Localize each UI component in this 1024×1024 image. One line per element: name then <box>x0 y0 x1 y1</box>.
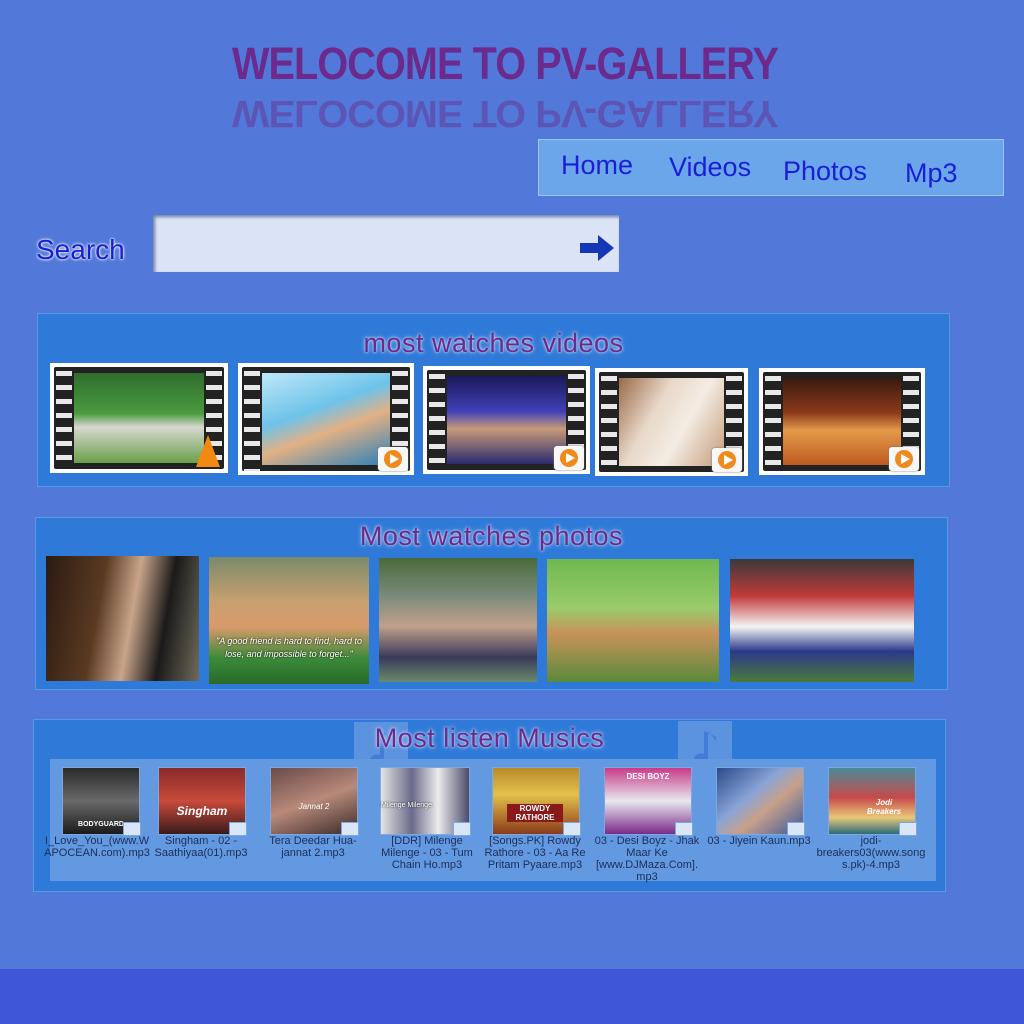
search-label: Search <box>36 234 125 265</box>
site-title: WELOCOME TO PV-GALLERY <box>232 38 779 89</box>
music-file-name: 03 - Jiyein Kaun.mp3 <box>707 835 811 847</box>
play-icon <box>675 822 693 836</box>
music-item[interactable]: Singham Singham - 02 - Saathiyaa(01).mp3 <box>146 759 256 881</box>
album-cover: Singham <box>158 767 247 836</box>
music-item[interactable]: BODYGUARD I_Love_You_(www.WAPOCEAN.com).… <box>42 759 152 881</box>
site-title-reflection: WELOCOME TO PV-GALLERY <box>232 92 779 136</box>
play-icon <box>229 822 247 836</box>
play-icon <box>341 822 359 836</box>
page-footer <box>0 969 1024 1024</box>
album-cover: BODYGUARD <box>62 767 141 836</box>
music-file-name: Singham - 02 - Saathiyaa(01).mp3 <box>154 835 248 859</box>
photos-panel-title: Most watches photos <box>359 521 624 551</box>
videos-panel-title: most watches videos <box>363 328 624 358</box>
video-thumb[interactable] <box>50 363 228 473</box>
music-item[interactable]: Milenge Milenge [DDR] Milenge Milenge - … <box>372 759 482 881</box>
music-list: BODYGUARD I_Love_You_(www.WAPOCEAN.com).… <box>44 759 936 883</box>
video-thumb[interactable] <box>595 368 748 476</box>
play-icon <box>899 822 917 836</box>
album-cover <box>716 767 805 836</box>
photo-thumb[interactable]: "A good friend is hard to find, hard to … <box>209 557 369 684</box>
photo-thumb[interactable] <box>379 558 537 682</box>
nav-photos-link[interactable]: Photos <box>783 156 867 187</box>
video-thumb[interactable] <box>423 366 590 474</box>
search-input[interactable] <box>161 225 565 263</box>
nav-mp3-link[interactable]: Mp3 <box>905 158 958 189</box>
photo-caption: "A good friend is hard to find, hard to … <box>216 636 362 659</box>
play-icon <box>453 822 471 836</box>
album-cover: DESI BOYZ <box>604 767 693 836</box>
music-file-name: 03 - Desi Boyz - Jhak Maar Ke [www.DJMaz… <box>594 835 700 883</box>
album-cover: ROWDY RATHORE <box>492 767 581 836</box>
music-file-name: Tera Deedar Hua-jannat 2.mp3 <box>269 835 357 859</box>
photo-thumb[interactable] <box>46 556 199 681</box>
video-thumb[interactable] <box>238 363 414 475</box>
music-item[interactable]: Jannat 2 Tera Deedar Hua-jannat 2.mp3 <box>258 759 368 881</box>
play-icon <box>123 822 141 836</box>
album-cover: Milenge Milenge <box>380 767 471 836</box>
video-thumb[interactable] <box>759 368 925 475</box>
music-item[interactable]: 03 - Jiyein Kaun.mp3 <box>704 759 814 881</box>
music-item[interactable]: Jodi Breakers jodi-breakers03(www.songs.… <box>816 759 926 881</box>
music-item[interactable]: ROWDY RATHORE [Songs.PK] Rowdy Rathore -… <box>480 759 590 881</box>
play-icon <box>787 822 805 836</box>
vlc-cone-icon <box>196 435 220 467</box>
music-file-name: jodi-breakers03(www.songs.pk)-4.mp3 <box>816 835 926 871</box>
music-panel-title: Most listen Musics <box>374 723 605 753</box>
photo-thumb[interactable] <box>730 559 914 682</box>
search-box <box>153 215 619 272</box>
music-file-name: I_Love_You_(www.WAPOCEAN.com).mp3 <box>44 835 150 859</box>
music-item[interactable]: DESI BOYZ 03 - Desi Boyz - Jhak Maar Ke … <box>592 759 702 883</box>
play-icon <box>563 822 581 836</box>
play-icon <box>554 446 584 470</box>
main-nav: Home Videos Photos Mp3 <box>538 139 1004 196</box>
album-cover: Jodi Breakers <box>828 767 917 836</box>
nav-home-link[interactable]: Home <box>561 150 633 181</box>
music-file-name: [DDR] Milenge Milenge - 03 - Tum Chain H… <box>381 835 473 871</box>
music-file-name: [Songs.PK] Rowdy Rathore - 03 - Aa Re Pr… <box>484 835 586 871</box>
right-arrow-icon[interactable] <box>578 234 616 262</box>
play-icon <box>889 447 919 471</box>
album-cover: Jannat 2 <box>270 767 359 836</box>
photo-thumb[interactable] <box>547 559 719 682</box>
play-icon <box>378 447 408 471</box>
nav-videos-link[interactable]: Videos <box>669 152 751 183</box>
play-icon <box>712 448 742 472</box>
site-title-wrap: WELOCOME TO PV-GALLERY WELOCOME TO PV-GA… <box>232 38 779 138</box>
